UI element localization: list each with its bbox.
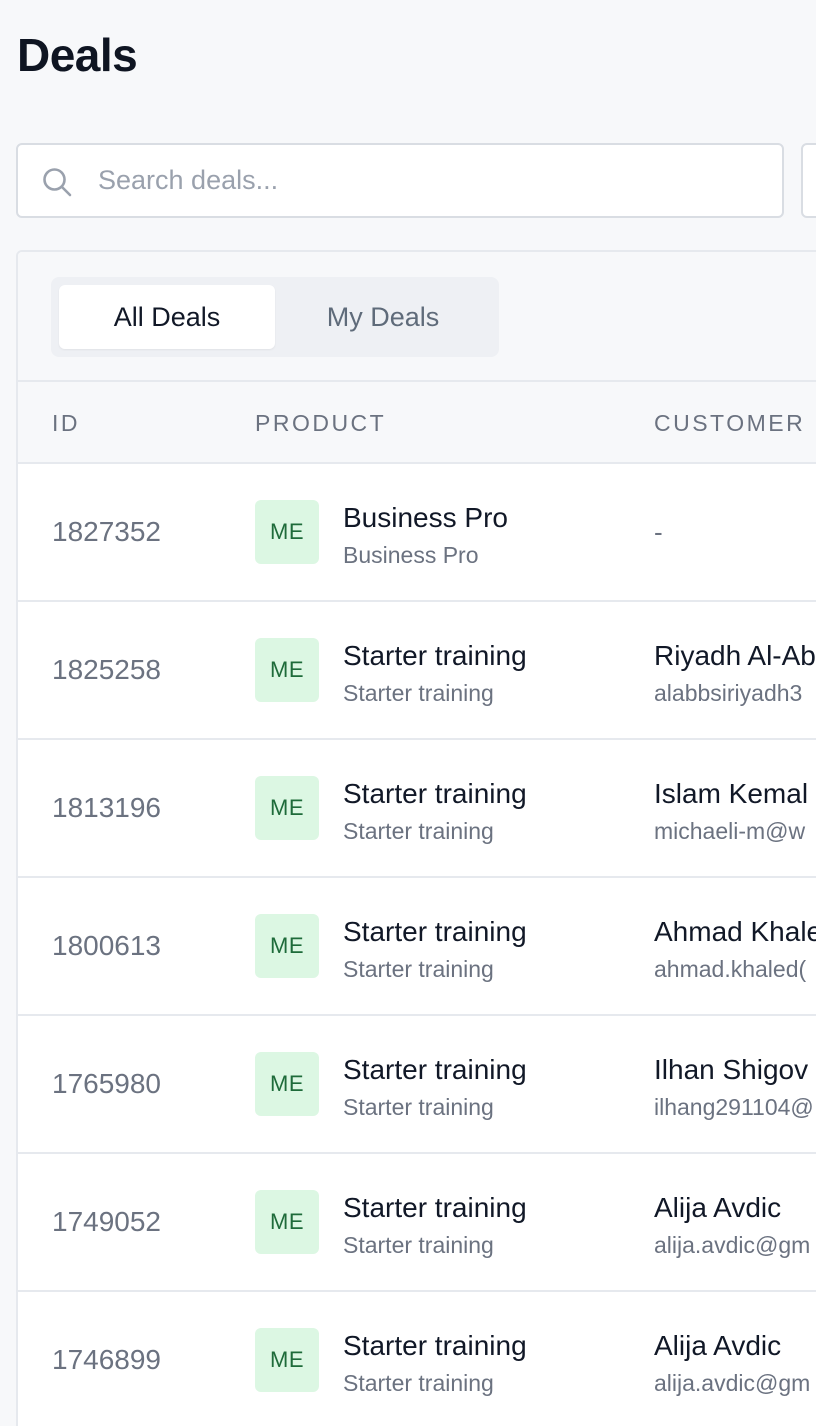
column-header-product[interactable]: PRODUCT xyxy=(255,382,386,464)
customer-email: alija.avdic@gm xyxy=(654,1370,811,1396)
product-subtitle: Starter training xyxy=(343,1370,494,1396)
product-name: Starter training xyxy=(343,1330,527,1361)
deal-id: 1765980 xyxy=(52,1068,162,1099)
customer-empty: - xyxy=(654,516,663,547)
panel-header: All Deals My Deals xyxy=(18,252,816,382)
tab-all-deals[interactable]: All Deals xyxy=(59,285,275,349)
deal-id: 1827352 xyxy=(52,516,162,547)
product-subtitle: Starter training xyxy=(343,1232,494,1258)
column-header-customer[interactable]: CUSTOMER xyxy=(654,382,805,464)
customer-name: Alija Avdic xyxy=(654,1192,782,1223)
product-name: Starter training xyxy=(343,640,527,671)
deal-id: 1825258 xyxy=(52,654,162,685)
table-row[interactable]: 1813196 ME Starter training Starter trai… xyxy=(18,740,816,878)
deal-id: 1749052 xyxy=(52,1206,162,1237)
deal-id: 1813196 xyxy=(52,792,162,823)
customer-name: Ahmad Khale xyxy=(654,916,816,947)
customer-email: alabbsiriyadh3 xyxy=(654,680,803,706)
product-subtitle: Starter training xyxy=(343,818,494,844)
table-header: ID PRODUCT CUSTOMER xyxy=(18,382,816,464)
product-badge: ME xyxy=(255,1190,319,1254)
product-subtitle: Starter training xyxy=(343,1094,494,1120)
product-name: Starter training xyxy=(343,1054,527,1085)
product-name: Starter training xyxy=(343,1192,527,1223)
product-subtitle: Business Pro xyxy=(343,542,479,568)
table-row[interactable]: 1765980 ME Starter training Starter trai… xyxy=(18,1016,816,1154)
deals-page: Deals All Deals My Deals ID PRODUCT CUST… xyxy=(0,0,816,1426)
product-badge: ME xyxy=(255,1052,319,1116)
product-badge: ME xyxy=(255,776,319,840)
customer-name: Ilhan Shigov xyxy=(654,1054,809,1085)
table-row[interactable]: 1825258 ME Starter training Starter trai… xyxy=(18,602,816,740)
deal-id: 1746899 xyxy=(52,1344,162,1375)
product-name: Starter training xyxy=(343,778,527,809)
customer-name: Riyadh Al-Ab xyxy=(654,640,816,671)
deal-id: 1800613 xyxy=(52,930,162,961)
product-badge: ME xyxy=(255,1328,319,1392)
product-subtitle: Starter training xyxy=(343,680,494,706)
deals-panel: All Deals My Deals ID PRODUCT CUSTOMER 1… xyxy=(16,250,816,1426)
search-box[interactable] xyxy=(16,143,784,218)
customer-email: ahmad.khaled( xyxy=(654,956,807,982)
product-name: Business Pro xyxy=(343,502,508,533)
deals-table-body: 1827352 ME Business Pro Business Pro - 1… xyxy=(18,464,816,1426)
search-icon xyxy=(43,168,72,197)
product-name: Starter training xyxy=(343,916,527,947)
deal-tabs: All Deals My Deals xyxy=(51,277,499,357)
customer-name: Islam Kemal xyxy=(654,778,809,809)
table-row[interactable]: 1800613 ME Starter training Starter trai… xyxy=(18,878,816,1016)
filter-control[interactable] xyxy=(801,143,816,218)
table-row[interactable]: 1746899 ME Starter training Starter trai… xyxy=(18,1292,816,1426)
page-title: Deals xyxy=(17,29,138,81)
customer-name: Alija Avdic xyxy=(654,1330,782,1361)
customer-email: alija.avdic@gm xyxy=(654,1232,811,1258)
product-badge: ME xyxy=(255,500,319,564)
search-input[interactable] xyxy=(98,145,774,216)
product-badge: ME xyxy=(255,638,319,702)
table-row[interactable]: 1827352 ME Business Pro Business Pro - xyxy=(18,464,816,602)
table-row[interactable]: 1749052 ME Starter training Starter trai… xyxy=(18,1154,816,1292)
tab-my-deals[interactable]: My Deals xyxy=(283,285,483,349)
customer-email: michaeli-m@w xyxy=(654,818,806,844)
product-subtitle: Starter training xyxy=(343,956,494,982)
customer-email: ilhang291104@ xyxy=(654,1094,814,1120)
column-header-id[interactable]: ID xyxy=(52,382,80,464)
product-badge: ME xyxy=(255,914,319,978)
